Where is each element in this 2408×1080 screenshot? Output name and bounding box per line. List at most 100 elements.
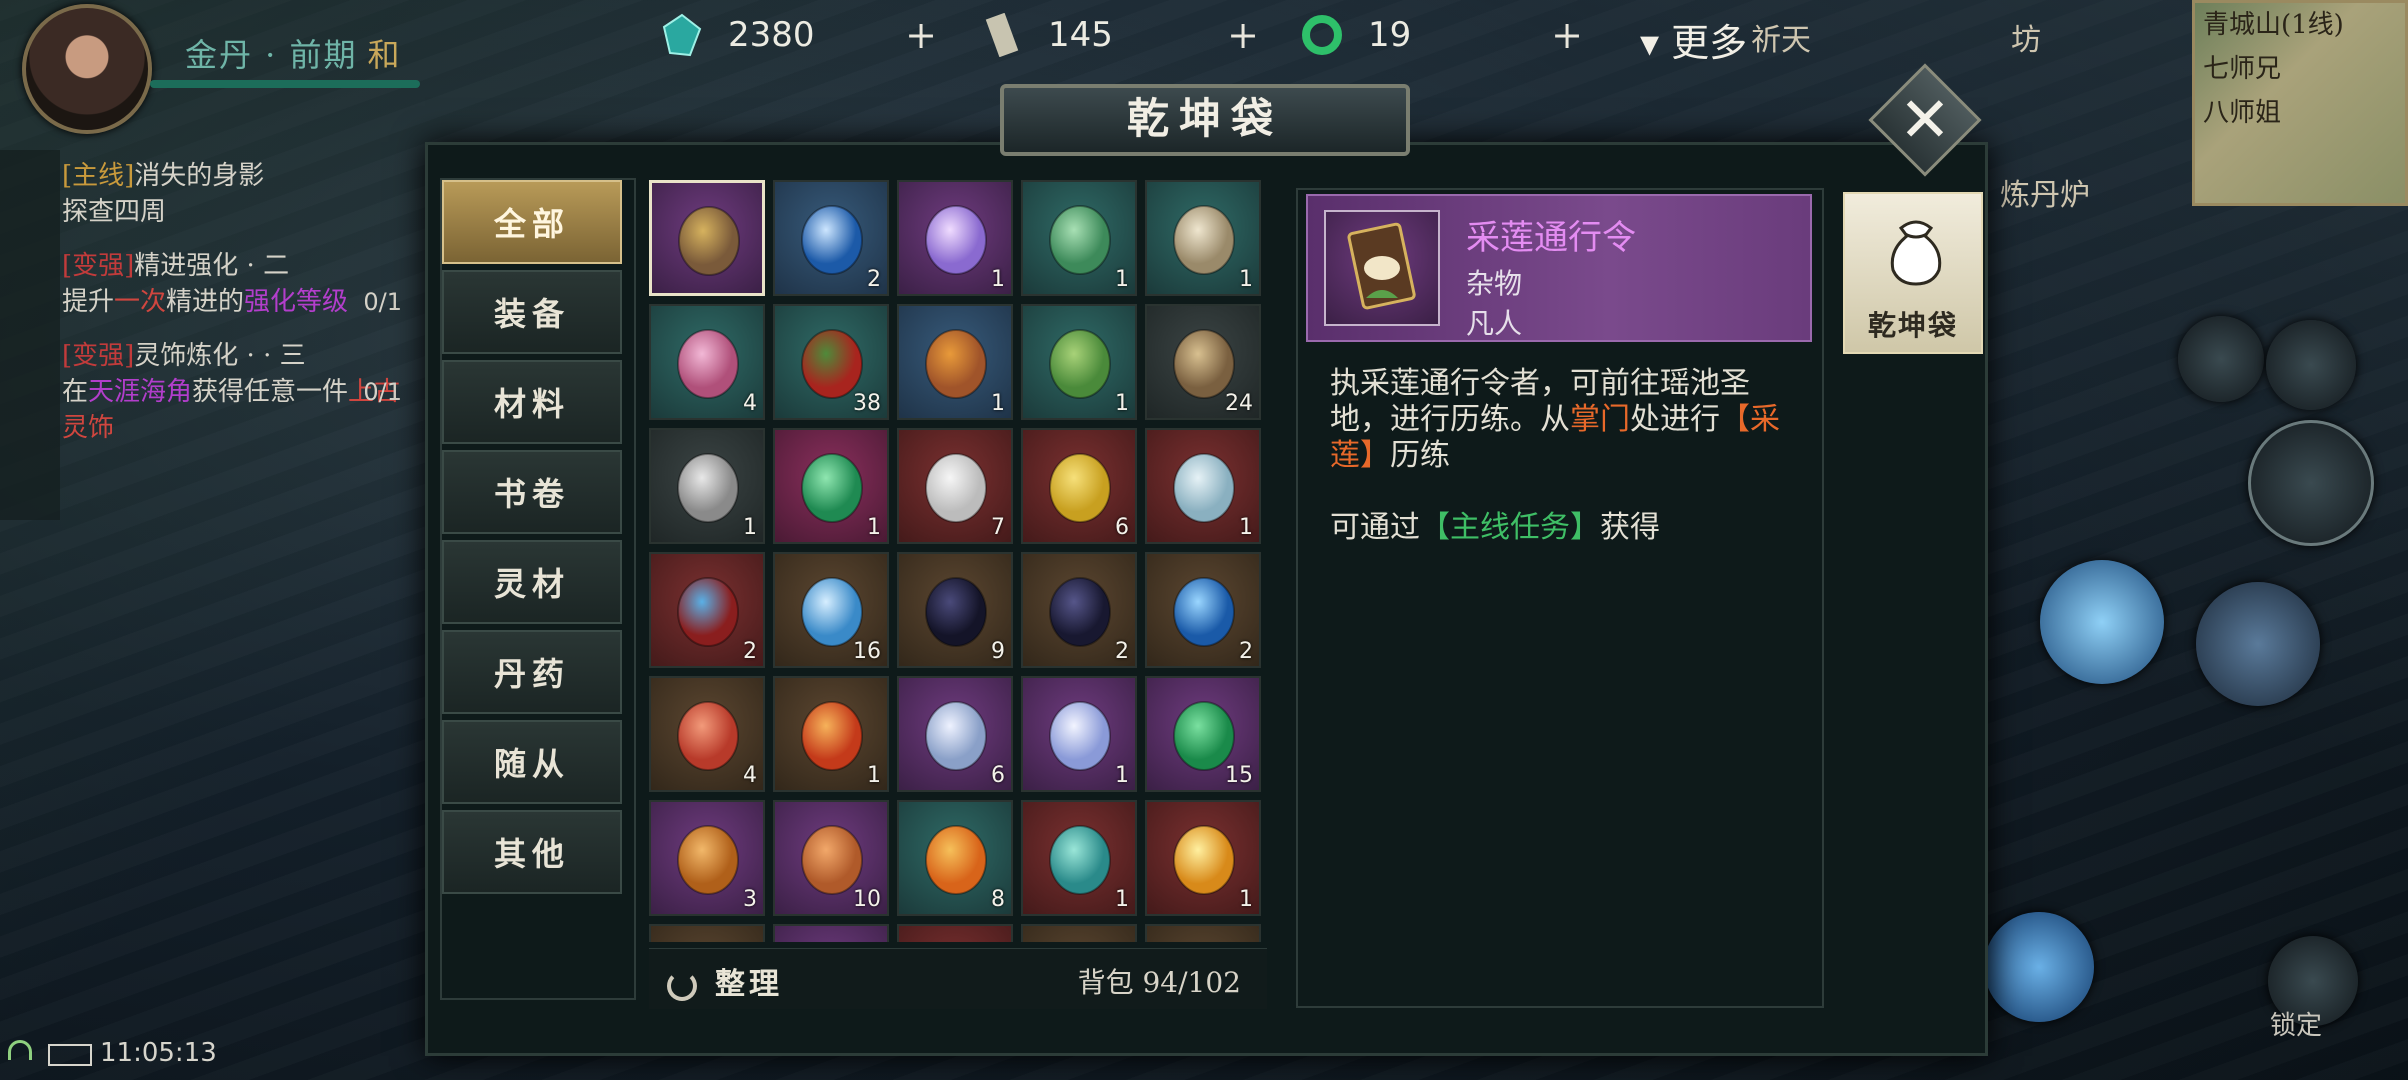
quest-side-tabs[interactable] (0, 150, 60, 520)
more-menu-button[interactable]: ▾ 更多 (1640, 12, 1747, 67)
item-count: 1 (1115, 887, 1129, 912)
tab-others[interactable]: 其他 (442, 810, 622, 894)
inventory-slot[interactable]: 1 (897, 180, 1013, 296)
inventory-slot[interactable]: 2 (773, 180, 889, 296)
skill-button[interactable] (2040, 560, 2164, 684)
inventory-slot[interactable]: 38 (773, 304, 889, 420)
item-count: 3 (743, 887, 757, 912)
inventory-slot[interactable]: 10 (773, 800, 889, 916)
inventory-slot[interactable] (649, 924, 765, 942)
inventory-slot[interactable]: 16 (773, 552, 889, 668)
desc-text: 历练 (1390, 438, 1450, 473)
item-type: 杂物 (1466, 267, 1523, 300)
attack-button[interactable] (2248, 420, 2374, 546)
inventory-slot[interactable]: 15 (1145, 676, 1261, 792)
item-count: 1 (743, 515, 757, 540)
inventory-slot[interactable] (649, 180, 765, 296)
quest-item[interactable]: [变强]精进强化 · 二 提升一次精进的强化等级 0/1 (62, 248, 402, 320)
sort-label: 整理 (715, 967, 783, 1002)
item-grid[interactable]: 2 1 1 1 4 38 1 1 24 1 1 7 6 1 2 16 9 2 2 4 1 6 1 15 3 10 8 1 1 (649, 180, 1267, 942)
inventory-slot[interactable]: 4 (649, 676, 765, 792)
inventory-slot[interactable] (1145, 924, 1261, 942)
inventory-slot[interactable] (897, 924, 1013, 942)
skill-button[interactable] (2266, 320, 2356, 410)
resource-jade: 2380 (660, 10, 815, 60)
alchemy-furnace-button[interactable]: 炼丹炉 (1990, 170, 2100, 230)
inventory-slot[interactable]: 7 (897, 428, 1013, 544)
realm-text: 金丹 · 前期 (185, 36, 358, 74)
item-count: 2 (1239, 639, 1253, 664)
quest-item[interactable]: [主线]消失的身影 探查四周 (62, 158, 402, 230)
inventory-slot[interactable]: 1 (897, 304, 1013, 420)
inventory-slot[interactable]: 1 (1145, 428, 1261, 544)
sort-button[interactable]: 整理 (667, 959, 783, 1003)
inventory-slot[interactable]: 2 (649, 552, 765, 668)
item-count: 1 (1115, 267, 1129, 292)
inventory-slot[interactable]: 1 (1021, 676, 1137, 792)
minimap-npc-1: 七师兄 (2203, 54, 2282, 84)
inventory-slot[interactable]: 1 (773, 428, 889, 544)
dark-stone-icon (1049, 577, 1111, 647)
add-token-button[interactable]: + (1224, 16, 1262, 54)
inventory-slot[interactable]: 6 (897, 676, 1013, 792)
inventory-slot[interactable]: 6 (1021, 428, 1137, 544)
inventory-slot[interactable]: 1 (1021, 304, 1137, 420)
inventory-slot[interactable]: 4 (649, 304, 765, 420)
inventory-slot[interactable]: 3 (649, 800, 765, 916)
inventory-slot[interactable]: 1 (1145, 180, 1261, 296)
resource-token: 145 (980, 10, 1113, 60)
battery-icon (48, 1044, 92, 1066)
workshop-button[interactable]: 坊 (1990, 15, 2062, 75)
inventory-slot[interactable]: 1 (1021, 800, 1137, 916)
tab-followers[interactable]: 随从 (442, 720, 622, 804)
inventory-slot[interactable] (773, 924, 889, 942)
source-highlight[interactable]: 【主线任务】 (1420, 510, 1600, 545)
amber-crystal-icon (925, 825, 987, 895)
skill-button[interactable] (2178, 316, 2264, 402)
tab-equipment[interactable]: 装备 (442, 270, 622, 354)
minimap[interactable]: 青城山(1线) 七师兄 八师姐 (2192, 0, 2408, 206)
item-count: 1 (867, 763, 881, 788)
inventory-slot[interactable] (1021, 924, 1137, 942)
mode-text[interactable]: 和 (368, 36, 402, 74)
item-count: 2 (743, 639, 757, 664)
herb-basket-icon (1049, 329, 1111, 399)
tab-books[interactable]: 书卷 (442, 450, 622, 534)
pray-sky-button[interactable]: 祈天 (1745, 15, 1817, 75)
golden-sphere-icon (1173, 825, 1235, 895)
side-tab-bag[interactable]: 乾坤袋 (1843, 192, 1983, 354)
partial-item-icon (1161, 938, 1247, 942)
inventory-slot[interactable]: 9 (897, 552, 1013, 668)
inventory-slot[interactable]: 1 (773, 676, 889, 792)
item-rank: 凡人 (1466, 307, 1523, 340)
skill-button[interactable] (2196, 582, 2320, 706)
inventory-slot[interactable]: 2 (1021, 552, 1137, 668)
inventory-slot[interactable]: 1 (649, 428, 765, 544)
item-grid-inner: 2 1 1 1 4 38 1 1 24 1 1 7 6 1 2 16 9 2 2 4 1 6 1 15 3 10 8 1 1 (649, 180, 1267, 942)
quest-desc: 探查四周 (62, 197, 167, 227)
quest-item[interactable]: [变强]灵饰炼化 · · 三 在天涯海角获得任意一件上古灵饰 0/1 (62, 338, 402, 446)
add-ring-button[interactable]: + (1548, 16, 1586, 54)
player-avatar[interactable] (22, 4, 152, 134)
quest-highlight: 天涯海角 (88, 377, 193, 407)
inventory-slot[interactable]: 24 (1145, 304, 1261, 420)
refresh-icon (667, 971, 697, 1001)
inventory-slot[interactable]: 1 (1021, 180, 1137, 296)
quest-desc-pre: 提升 (62, 287, 115, 317)
tab-pills[interactable]: 丹药 (442, 630, 622, 714)
tab-all[interactable]: 全部 (442, 180, 622, 264)
inventory-slot[interactable]: 2 (1145, 552, 1261, 668)
skill-button[interactable] (1984, 912, 2094, 1022)
resource-ring: 19 (1300, 10, 1411, 60)
tab-spirit-materials[interactable]: 灵材 (442, 540, 622, 624)
item-count: 1 (1239, 267, 1253, 292)
item-count: 1 (991, 267, 1005, 292)
inventory-slot[interactable]: 1 (1145, 800, 1261, 916)
inventory-slot[interactable]: 8 (897, 800, 1013, 916)
fire-crystal-icon (801, 701, 863, 771)
hairpin-icon (677, 453, 739, 523)
workshop-label: 坊 (2011, 23, 2041, 58)
add-jade-button[interactable]: + (902, 16, 940, 54)
tab-materials[interactable]: 材料 (442, 360, 622, 444)
spirit-orb-altar-icon (677, 577, 739, 647)
